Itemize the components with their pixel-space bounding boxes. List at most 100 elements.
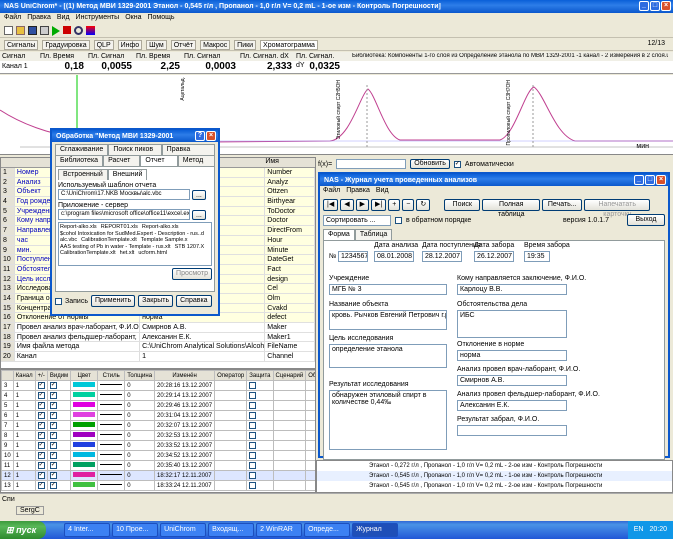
- menu-help[interactable]: Помощь: [147, 13, 174, 23]
- row-plusminus[interactable]: ✓: [34, 430, 48, 441]
- taskbar-item[interactable]: 10 Прое...: [112, 523, 159, 537]
- row-plusminus[interactable]: ✓: [34, 460, 48, 471]
- row-protect[interactable]: [246, 420, 274, 431]
- row-plusminus[interactable]: ✓: [34, 480, 48, 491]
- deviation-field[interactable]: норма: [457, 350, 567, 361]
- row-style[interactable]: [97, 470, 126, 481]
- row-color[interactable]: [70, 470, 99, 481]
- add-record-button[interactable]: +: [388, 199, 401, 211]
- search-button[interactable]: Поиск: [444, 199, 481, 211]
- menu-windows[interactable]: Окна: [125, 13, 141, 23]
- taskbar-item[interactable]: 4 Inter...: [64, 523, 111, 537]
- protect-checkbox[interactable]: [249, 471, 257, 479]
- delete-record-button[interactable]: −: [402, 199, 415, 211]
- peaks-button[interactable]: Пики: [234, 40, 257, 50]
- row-visible[interactable]: ✓: [46, 380, 72, 391]
- plus-minus-checkbox[interactable]: ✓: [37, 441, 45, 449]
- last-record-button[interactable]: ▶|: [370, 199, 387, 211]
- protect-checkbox[interactable]: [249, 391, 257, 399]
- row-style[interactable]: [97, 400, 126, 411]
- print-button[interactable]: Печать...: [542, 199, 583, 211]
- protect-checkbox[interactable]: [249, 381, 257, 389]
- visible-checkbox[interactable]: ✓: [49, 411, 57, 419]
- table-row[interactable]: 9 1 ✓ ✓ 0 20:33:52 13.12.2007: [1, 440, 315, 451]
- next-record-button[interactable]: ▶: [355, 199, 369, 211]
- taskbar-item[interactable]: 2 WinRAR: [256, 523, 303, 537]
- file-item[interactable]: het.xlt: [120, 250, 135, 257]
- samples-column-header[interactable]: Видим: [46, 370, 72, 381]
- plus-minus-checkbox[interactable]: ✓: [37, 431, 45, 439]
- params-row[interactable]: 19 Имя файла метода C:\UniChrom Analytical…: [1, 342, 315, 353]
- calibration-button[interactable]: Градуировка: [42, 40, 90, 50]
- row-style[interactable]: [97, 430, 126, 441]
- taker-field[interactable]: [457, 425, 567, 436]
- circumstances-field[interactable]: ИБС: [457, 310, 567, 338]
- table-row[interactable]: 7 1 ✓ ✓ 0 20:32:07 13.12.2007: [1, 420, 315, 431]
- color-swatch[interactable]: [73, 402, 96, 408]
- row-visible[interactable]: ✓: [46, 460, 72, 471]
- help-icon[interactable]: ?: [195, 131, 205, 141]
- samples-column-header[interactable]: Защита: [246, 370, 274, 381]
- row-protect[interactable]: [246, 450, 274, 461]
- row-visible[interactable]: ✓: [46, 410, 72, 421]
- qlp-button[interactable]: QLP: [93, 40, 114, 50]
- maximize-button[interactable]: □: [650, 1, 660, 11]
- color-swatch[interactable]: [73, 482, 96, 488]
- time-taken-field[interactable]: 19:35: [524, 251, 550, 262]
- open-icon[interactable]: [16, 26, 25, 35]
- minimize-button[interactable]: _: [639, 1, 649, 11]
- journal-menu-view[interactable]: Вид: [376, 186, 389, 196]
- start-button[interactable]: ⊞ пуск: [0, 521, 47, 539]
- protect-checkbox[interactable]: [249, 421, 257, 429]
- sample-row[interactable]: Этанол - 0,545 г/л , Пропанол - 1,0 г/л …: [317, 481, 672, 491]
- color-swatch[interactable]: [73, 472, 96, 478]
- close-button[interactable]: ×: [661, 1, 671, 11]
- table-row[interactable]: 11 1 ✓ ✓ 0 20:35:40 13.12.2007: [1, 460, 315, 471]
- protect-checkbox[interactable]: [249, 411, 257, 419]
- row-protect[interactable]: [246, 440, 274, 451]
- print-icon[interactable]: [40, 26, 49, 35]
- file-item[interactable]: Report-alko.xls: [142, 224, 179, 231]
- row-protect[interactable]: [246, 390, 274, 401]
- row-color[interactable]: [70, 430, 99, 441]
- samples-column-header[interactable]: Толщина: [124, 370, 156, 381]
- journal-menu-edit[interactable]: Правка: [346, 186, 370, 196]
- samples-column-header[interactable]: [1, 370, 14, 381]
- protect-checkbox[interactable]: [249, 481, 257, 489]
- goal-field[interactable]: определение этанола: [329, 344, 447, 368]
- date-analysis-field[interactable]: 08.01.2008: [374, 251, 414, 262]
- row-protect[interactable]: [246, 460, 274, 471]
- close-dialog-button[interactable]: Закрыть: [138, 295, 174, 307]
- protect-checkbox[interactable]: [249, 451, 257, 459]
- samples-column-header[interactable]: Оператор: [214, 370, 248, 381]
- table-row[interactable]: 3 1 ✓ ✓ 0 20:28:16 13.12.2007: [1, 380, 315, 391]
- row-plusminus[interactable]: ✓: [34, 470, 48, 481]
- visible-checkbox[interactable]: ✓: [49, 441, 57, 449]
- date-taken-field[interactable]: 26.12.2007: [474, 251, 514, 262]
- row-plusminus[interactable]: ✓: [34, 400, 48, 411]
- number-field[interactable]: 12345678: [338, 251, 368, 262]
- language-indicator[interactable]: EN: [634, 521, 644, 539]
- row-plusminus[interactable]: ✓: [34, 420, 48, 431]
- exit-button[interactable]: Выход: [627, 214, 665, 226]
- row-visible[interactable]: ✓: [46, 450, 72, 461]
- row-plusminus[interactable]: ✓: [34, 380, 48, 391]
- params-row[interactable]: 18Провел анализ фельдшер-лаборант, Ф.И.О…: [1, 332, 315, 343]
- row-visible[interactable]: ✓: [46, 440, 72, 451]
- row-visible[interactable]: ✓: [46, 430, 72, 441]
- visible-checkbox[interactable]: ✓: [49, 431, 57, 439]
- write-checkbox[interactable]: [55, 297, 62, 305]
- row-protect[interactable]: [246, 410, 274, 421]
- color-swatch[interactable]: [73, 412, 96, 418]
- sort-select[interactable]: Сортировать ...: [323, 214, 391, 226]
- tab-calculation[interactable]: Расчет: [103, 155, 141, 166]
- row-visible[interactable]: ✓: [46, 480, 72, 491]
- plus-minus-checkbox[interactable]: ✓: [37, 391, 45, 399]
- table-row[interactable]: 6 1 ✓ ✓ 0 20:31:04 13.12.2007: [1, 410, 315, 421]
- template-path[interactable]: C:\UniChrom\17.NKB Москвы\alc.vbc: [58, 189, 190, 200]
- row-plusminus[interactable]: ✓: [34, 450, 48, 461]
- row-plusminus[interactable]: ✓: [34, 410, 48, 421]
- prev-record-button[interactable]: ◀: [340, 199, 354, 211]
- tab-library[interactable]: Библиотека: [55, 155, 104, 166]
- file-item[interactable]: Report-alko.xls: [60, 224, 97, 231]
